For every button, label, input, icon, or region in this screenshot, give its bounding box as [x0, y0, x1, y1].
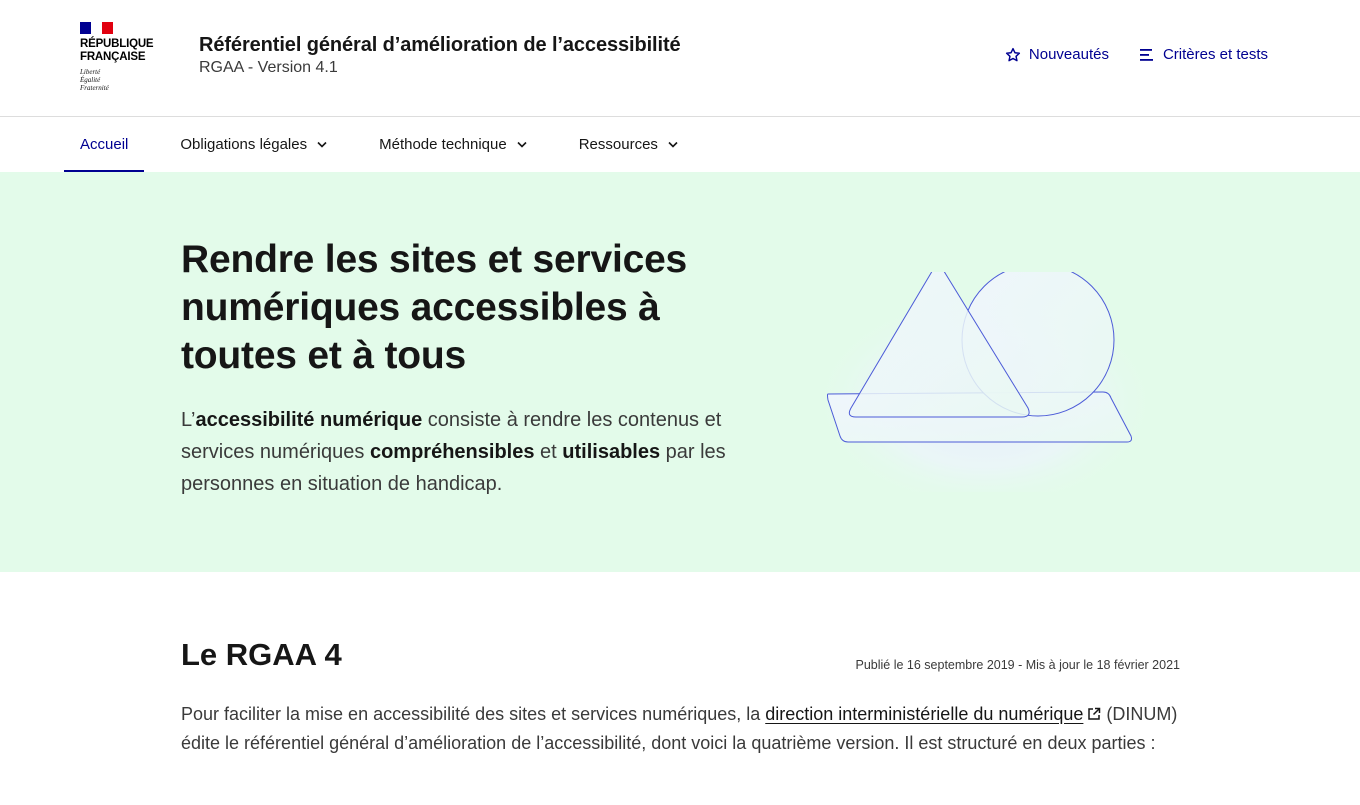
nav-label: Accueil — [80, 136, 129, 153]
site-header: RÉPUBLIQUE FRANÇAISE Liberté Égalité Fra… — [0, 0, 1360, 117]
nav-item-obligations[interactable]: Obligations légales — [164, 117, 343, 172]
logo-title: RÉPUBLIQUE FRANÇAISE — [80, 38, 154, 63]
dinum-link[interactable]: direction interministérielle du numériqu… — [765, 704, 1101, 724]
publication-date: Publié le 16 septembre 2019 - Mis à jour… — [855, 658, 1181, 672]
logo-motto: Liberté Égalité Fraternité — [80, 68, 109, 92]
service-subtitle: RGAA - Version 4.1 — [199, 59, 338, 76]
intro-paragraph: Pour faciliter la mise en accessibilité … — [181, 704, 1178, 753]
nav-label: Obligations légales — [180, 136, 308, 153]
flag-icon — [80, 22, 113, 34]
nav-label: Ressources — [578, 136, 658, 153]
menu-lines-icon — [1139, 48, 1153, 61]
news-label: Nouveautés — [1028, 46, 1109, 63]
hero-illustration — [810, 272, 1160, 492]
service-title-block[interactable]: Référentiel général d’amélioration de l’… — [199, 32, 681, 77]
chevron-down-icon — [668, 141, 678, 148]
section-title: Le RGAA 4 — [181, 637, 342, 672]
hero-banner: Rendre les sites et services numériques … — [0, 172, 1360, 572]
nav-label: Méthode technique — [379, 136, 507, 153]
nav-item-ressources[interactable]: Ressources — [563, 117, 694, 172]
republique-francaise-logo[interactable]: RÉPUBLIQUE FRANÇAISE Liberté Égalité Fra… — [80, 22, 170, 92]
main-navigation: Accueil Obligations légales Méthode tech… — [0, 117, 1360, 172]
service-title: Référentiel général d’amélioration de l’… — [199, 34, 681, 56]
rgaa-section: Le RGAA 4 Publié le 16 septembre 2019 - … — [0, 572, 1360, 805]
news-link[interactable]: Nouveautés — [1005, 46, 1109, 63]
criteria-label: Critères et tests — [1162, 46, 1268, 63]
nav-item-methode[interactable]: Méthode technique — [363, 117, 543, 172]
external-link-icon — [1088, 707, 1101, 720]
star-icon — [1005, 47, 1020, 61]
nav-item-accueil[interactable]: Accueil — [64, 117, 145, 172]
hero-title: Rendre les sites et services numériques … — [181, 238, 688, 377]
chevron-down-icon — [517, 141, 527, 148]
hero-text: L’accessibilité numérique consiste à ren… — [181, 409, 726, 495]
criteria-link[interactable]: Critères et tests — [1139, 46, 1268, 63]
header-tools: Nouveautés Critères et tests — [1005, 46, 1268, 63]
chevron-down-icon — [317, 141, 327, 148]
